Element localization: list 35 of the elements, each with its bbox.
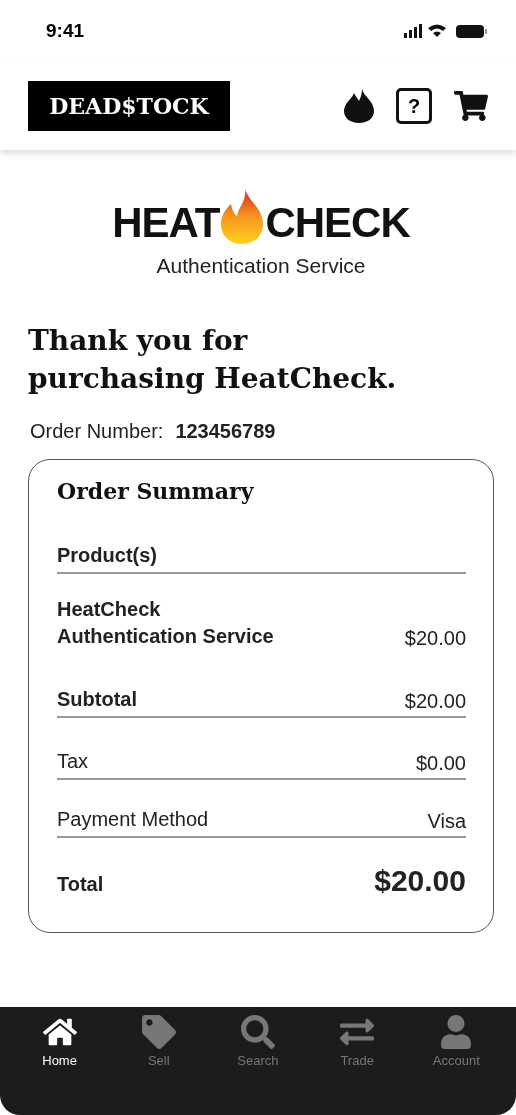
summary-label: Payment Method — [57, 807, 209, 832]
summary-label: Tax — [57, 749, 89, 774]
wifi-icon — [428, 24, 446, 37]
cart-icon[interactable] — [454, 89, 488, 123]
nav-tab[interactable]: Home — [24, 1015, 95, 1075]
order-number-label: Order Number: — [30, 420, 164, 443]
battery-icon — [456, 25, 487, 38]
summary-label: Subtotal — [57, 687, 137, 712]
nav-tab[interactable]: Search — [222, 1015, 293, 1075]
summary-value: $20.00 — [404, 690, 466, 713]
person-icon — [439, 1015, 474, 1049]
flame-icon[interactable] — [344, 89, 374, 123]
nav-tab[interactable]: Account — [421, 1015, 492, 1075]
nav-tab[interactable]: Sell — [123, 1015, 194, 1075]
flame-icon — [221, 188, 264, 244]
search-icon — [240, 1015, 275, 1049]
summary-label: Product(s) — [57, 543, 157, 568]
summary-label: HeatCheck Authentication Service — [57, 597, 275, 649]
thank-you-heading: Thank you for purchasing HeatCheck. — [28, 323, 398, 397]
summary-value: Visa — [427, 810, 466, 833]
nav-tab[interactable]: Trade — [322, 1015, 393, 1075]
order-number: 123456789 — [175, 420, 276, 443]
tag-icon — [141, 1015, 176, 1049]
summary-value: $0.00 — [415, 752, 466, 775]
card-title: Order Summary — [57, 478, 255, 504]
brand-subtitle: Authentication Service — [156, 254, 366, 278]
brand-title: HEAT — [112, 202, 220, 244]
summary-value: $20.00 — [404, 627, 466, 650]
brand-title: CHECK — [265, 202, 410, 244]
brand-logo[interactable]: DEAD$TOCK — [28, 81, 230, 131]
summary-label: Total — [57, 872, 104, 897]
signal-icon — [404, 24, 422, 38]
status-time: 9:41 — [46, 20, 85, 42]
help-button[interactable]: ? — [396, 88, 432, 124]
summary-value: $20.00 — [374, 864, 466, 898]
